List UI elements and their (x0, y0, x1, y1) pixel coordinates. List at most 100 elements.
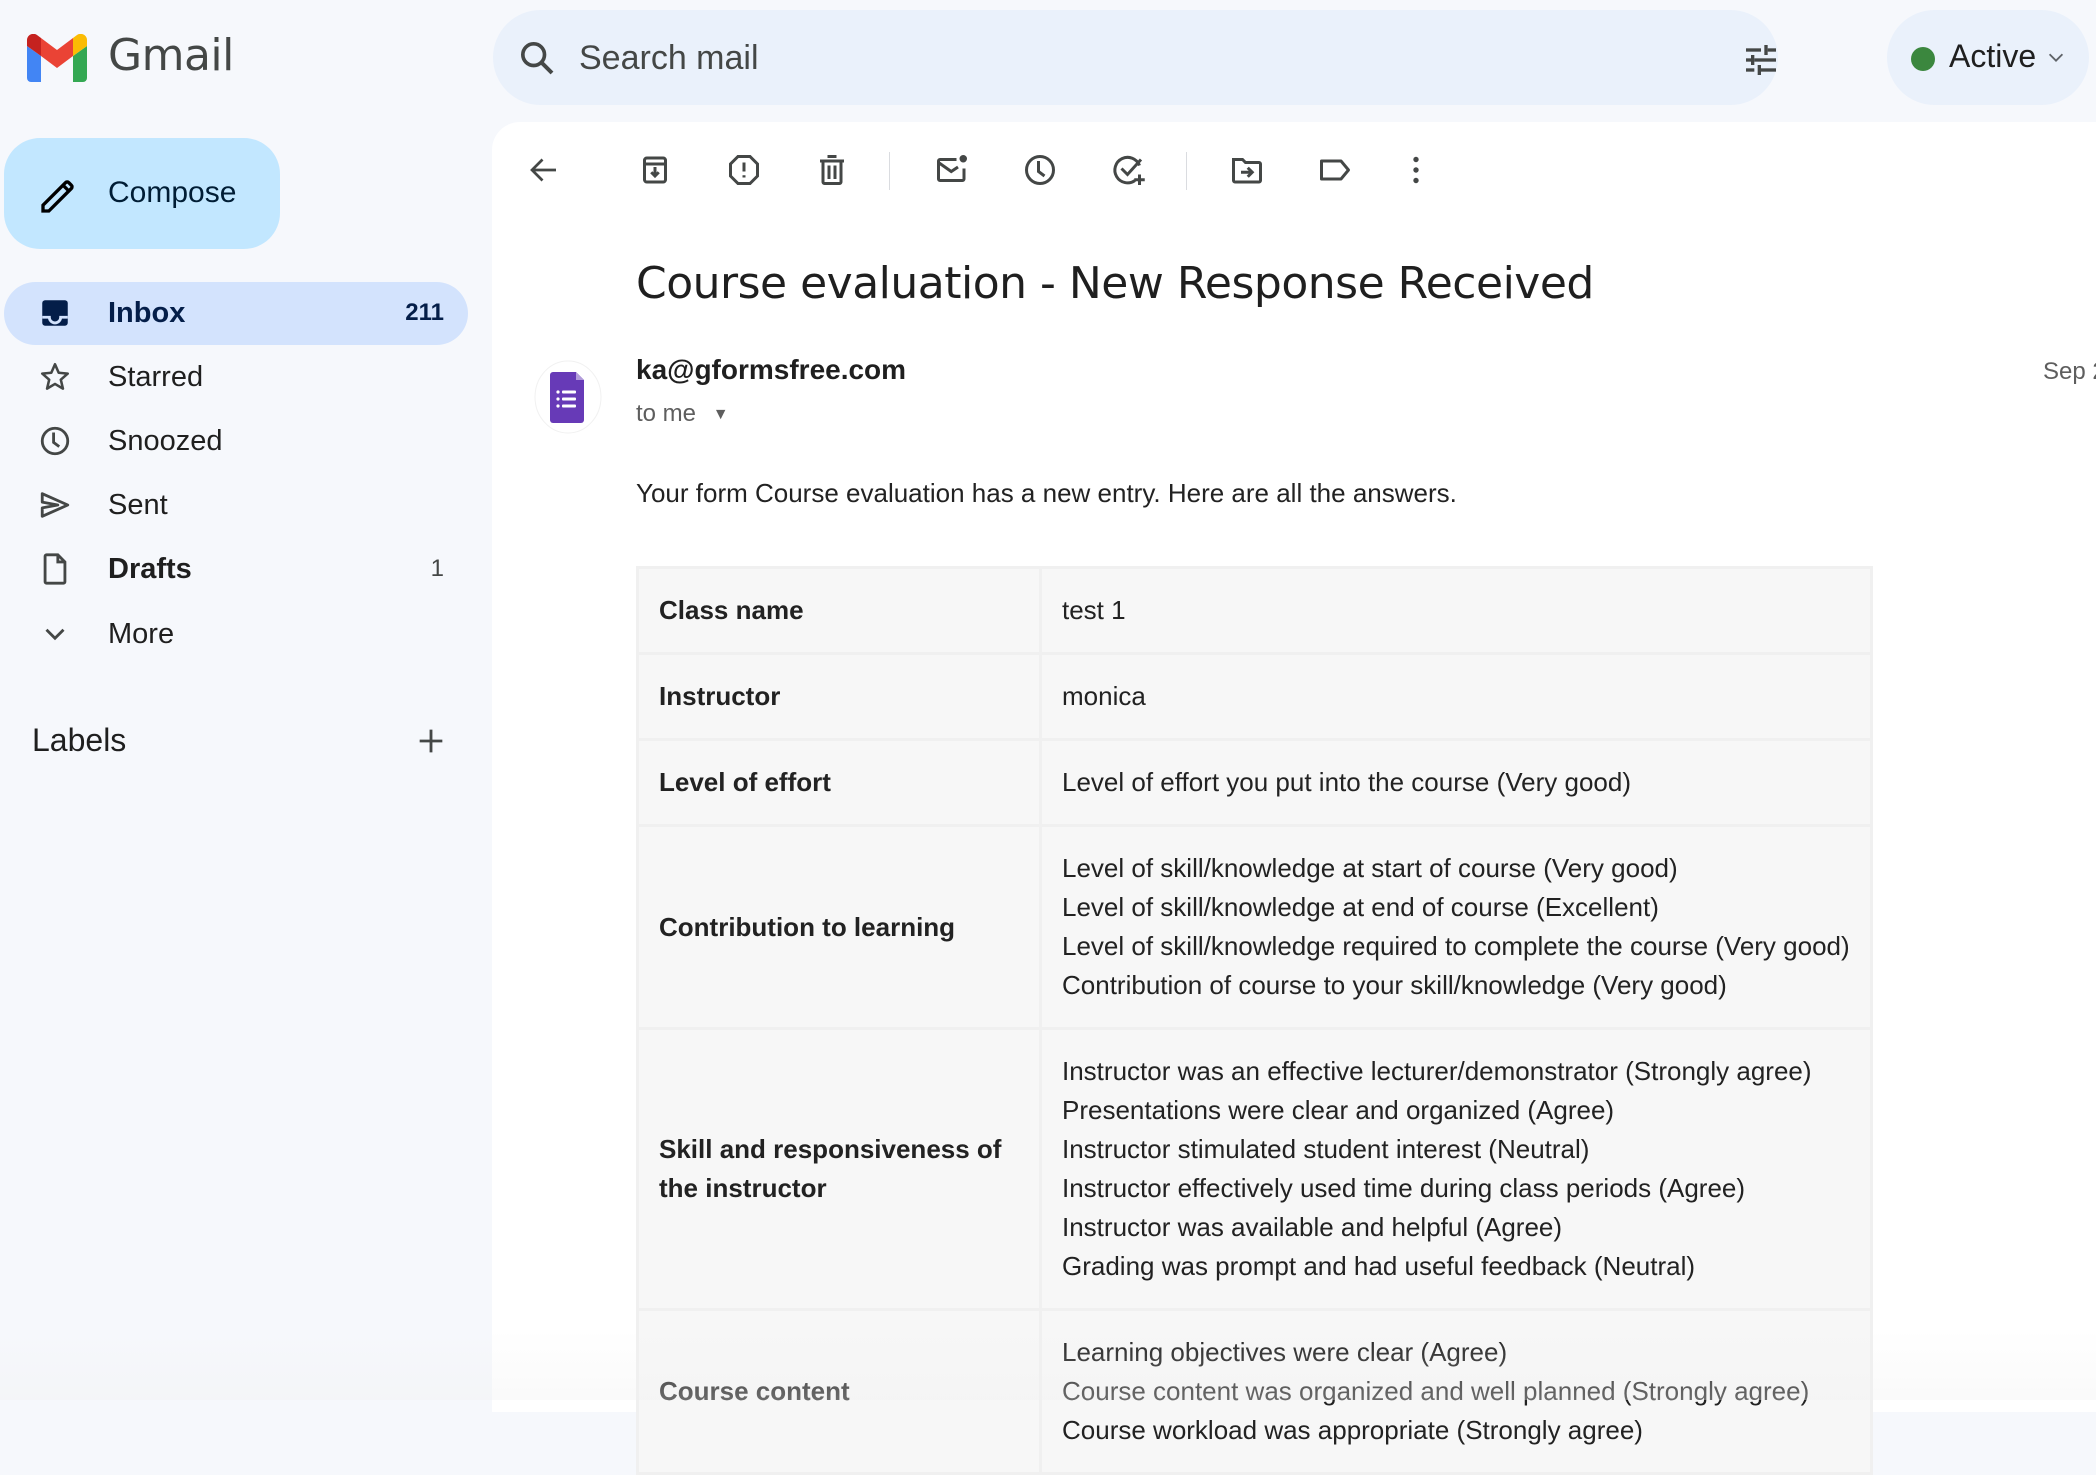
sidebar-item-label: Drafts (108, 553, 192, 585)
answer-cell: Instructor was an effective lecturer/dem… (1042, 1030, 1870, 1308)
answer-line: Instructor was an effective lecturer/dem… (1062, 1056, 1812, 1086)
sidebar-item-starred[interactable]: Starred (4, 346, 468, 409)
gmail-logo[interactable] (27, 33, 87, 82)
caret-down-icon: ▼ (712, 405, 729, 423)
report-spam-icon (729, 155, 759, 185)
draft-count: 1 (430, 555, 444, 582)
search-icon[interactable] (517, 38, 557, 78)
question-cell: Level of effort (639, 741, 1039, 824)
answer-line: Course workload was appropriate (Strongl… (1062, 1415, 1643, 1445)
table-row: Instructor monica (639, 655, 1870, 738)
sidebar-item-sent[interactable]: Sent (4, 474, 468, 537)
add-task-button[interactable] (1105, 146, 1153, 194)
sidebar-item-label: More (108, 618, 175, 650)
plus-icon[interactable] (414, 724, 448, 758)
mark-unread-button[interactable] (928, 146, 976, 194)
question-cell: Instructor (639, 655, 1039, 738)
answer-cell: test 1 (1042, 569, 1870, 652)
sidebar-item-label: Starred (108, 361, 204, 393)
send-icon (38, 488, 72, 522)
table-row: Skill and responsiveness of the instruct… (639, 1030, 1870, 1308)
email-date: Sep 2 (2043, 358, 2096, 385)
google-forms-icon (534, 360, 602, 434)
delete-button[interactable] (808, 146, 856, 194)
sidebar-item-label: Snoozed (108, 425, 223, 457)
table-row: Course content Learning objectives were … (639, 1311, 1870, 1472)
table-row: Level of effort Level of effort you put … (639, 741, 1870, 824)
back-button[interactable] (520, 146, 568, 194)
status-dot-icon (1911, 47, 1935, 71)
sidebar-item-inbox[interactable]: Inbox 211 (4, 282, 468, 345)
email-intro-text: Your form Course evaluation has a new en… (636, 478, 1457, 508)
question-cell: Skill and responsiveness of the instruct… (639, 1030, 1039, 1308)
email-subject: Course evaluation - New Response Receive… (636, 258, 1594, 309)
recipient-label: to me (636, 400, 697, 427)
add-task-icon (1113, 155, 1145, 185)
answer-line: Level of skill/knowledge at start of cou… (1062, 853, 1678, 883)
table-row: Class name test 1 (639, 569, 1870, 652)
chevron-down-icon (2045, 46, 2067, 68)
email-view: Course evaluation - New Response Receive… (492, 122, 2096, 1475)
answer-line: monica (1062, 681, 1146, 711)
answer-cell: Level of effort you put into the course … (1042, 741, 1870, 824)
toolbar-divider (889, 152, 890, 190)
table-row: Contribution to learning Level of skill/… (639, 827, 1870, 1027)
report-spam-button[interactable] (720, 146, 768, 194)
label-icon (1320, 159, 1350, 181)
archive-icon (643, 156, 667, 184)
answer-line: Course content was organized and well pl… (1062, 1376, 1810, 1406)
gmail-wordmark: Gmail (108, 30, 234, 81)
toolbar-divider (1186, 152, 1187, 190)
inbox-icon (38, 296, 72, 330)
answer-line: Contribution of course to your skill/kno… (1062, 970, 1727, 1000)
arrow-back-icon (530, 158, 556, 182)
sidebar-item-label: Inbox (108, 297, 186, 329)
search-input[interactable] (579, 34, 1579, 82)
answer-line: Instructor effectively used time during … (1062, 1173, 1746, 1203)
answer-line: Level of effort you put into the course … (1062, 767, 1631, 797)
unread-count: 211 (405, 299, 444, 326)
clock-icon (1025, 155, 1055, 185)
mark-unread-icon (937, 155, 967, 182)
draft-icon (38, 552, 72, 586)
tune-icon[interactable] (1741, 40, 1781, 80)
status-label: Active (1949, 38, 2037, 74)
clock-icon (38, 424, 72, 458)
sidebar-item-snoozed[interactable]: Snoozed (4, 410, 468, 473)
answer-line: Level of skill/knowledge at end of cours… (1062, 892, 1659, 922)
compose-button[interactable]: Compose (4, 138, 280, 249)
question-cell: Course content (639, 1311, 1039, 1472)
answer-line: Grading was prompt and had useful feedba… (1062, 1251, 1696, 1281)
snooze-button[interactable] (1016, 146, 1064, 194)
archive-button[interactable] (631, 146, 679, 194)
sender-email[interactable]: ka@gformsfree.com (636, 354, 906, 386)
answer-line: test 1 (1062, 595, 1126, 625)
more-vert-icon (1413, 156, 1419, 184)
answer-line: Level of skill/knowledge required to com… (1062, 931, 1850, 961)
sidebar-item-drafts[interactable]: Drafts 1 (4, 538, 468, 601)
labels-button[interactable] (1311, 146, 1359, 194)
status-selector[interactable]: Active (1887, 10, 2089, 105)
trash-icon (820, 155, 844, 185)
question-cell: Contribution to learning (639, 827, 1039, 1027)
answer-line: Presentations were clear and organized (… (1062, 1095, 1615, 1125)
answer-cell: Learning objectives were clear (Agree) C… (1042, 1311, 1870, 1472)
compose-label: Compose (108, 176, 237, 209)
answer-cell: Level of skill/knowledge at start of cou… (1042, 827, 1870, 1027)
answer-line: Instructor was available and helpful (Ag… (1062, 1212, 1563, 1242)
more-options-button[interactable] (1392, 146, 1440, 194)
question-cell: Class name (639, 569, 1039, 652)
sidebar-item-label: Sent (108, 489, 168, 521)
move-to-button[interactable] (1223, 146, 1271, 194)
sender-avatar[interactable] (534, 360, 602, 434)
star-icon (38, 360, 72, 394)
search-bar[interactable] (493, 10, 1778, 105)
move-to-folder-icon (1232, 158, 1262, 184)
response-table: Class name test 1 Instructor monica Leve… (636, 566, 1873, 1475)
recipient-details-toggle[interactable]: to me ▼ (636, 400, 729, 428)
sidebar-item-more[interactable]: More (4, 603, 468, 666)
answer-cell: monica (1042, 655, 1870, 738)
labels-heading: Labels (32, 722, 127, 758)
chevron-down-icon (38, 617, 72, 651)
answer-line: Learning objectives were clear (Agree) (1062, 1337, 1508, 1367)
